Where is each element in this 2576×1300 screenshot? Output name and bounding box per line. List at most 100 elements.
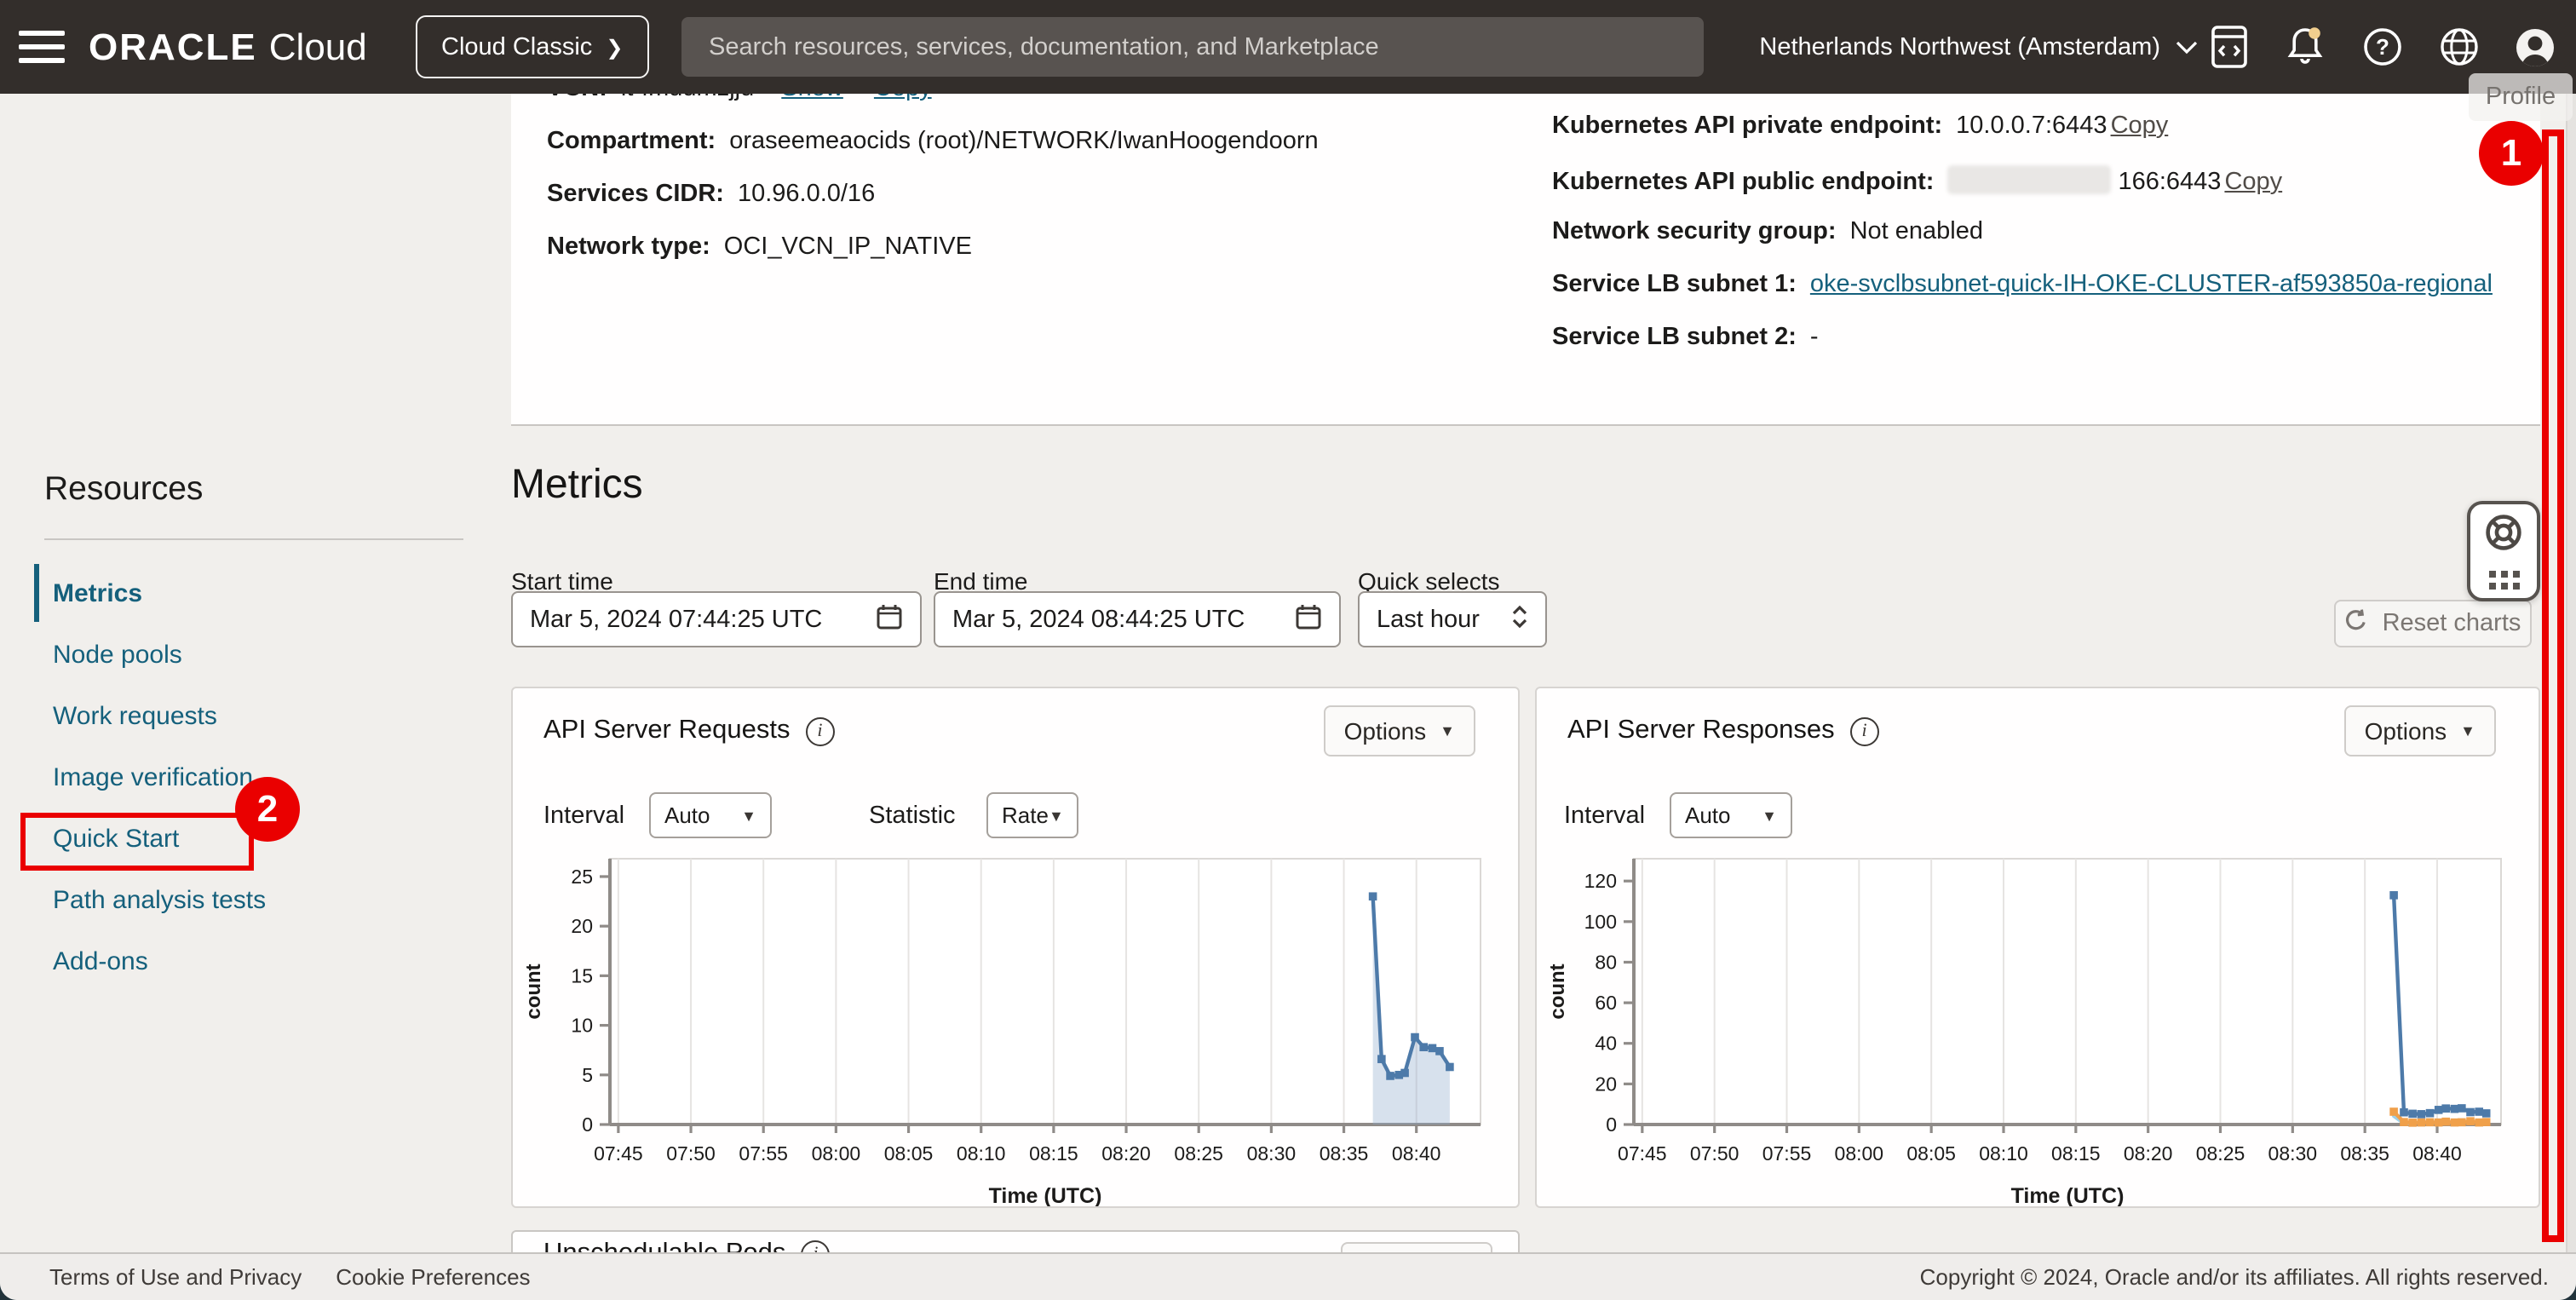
sidebar-item-node-pools[interactable]: Node pools [0, 624, 494, 685]
resources-heading: Resources [44, 470, 203, 509]
end-time-input[interactable]: Mar 5, 2024 08:44:25 UTC [934, 591, 1341, 647]
cookie-preferences-link[interactable]: Cookie Preferences [336, 1264, 530, 1290]
svg-text:20: 20 [1595, 1073, 1617, 1095]
detail-row: Services CIDR:10.96.0.0/16 [547, 181, 875, 208]
svg-text:08:10: 08:10 [957, 1142, 1006, 1165]
svg-text:08:20: 08:20 [2124, 1142, 2173, 1165]
detail-row: Service LB subnet 1:oke-svclbsubnet-quic… [1552, 271, 2493, 298]
chart-plot-api-server-requests[interactable]: 051015202507:4507:5007:5508:0008:0508:10… [513, 842, 1521, 1206]
interval-select[interactable]: Auto▼ [1670, 792, 1792, 838]
lifering-icon[interactable] [2484, 513, 2523, 561]
end-time-value: Mar 5, 2024 08:44:25 UTC [952, 606, 1295, 633]
svg-text:08:10: 08:10 [1979, 1142, 2028, 1165]
svg-text:08:05: 08:05 [884, 1142, 934, 1165]
options-button[interactable]: Options▼ [1324, 705, 1475, 756]
top-navigation-bar: ORACLE Cloud Cloud Classic ❯ Netherlands… [0, 0, 2576, 94]
svg-text:08:30: 08:30 [2268, 1142, 2318, 1165]
sidebar-item-label: Metrics [53, 578, 142, 607]
copy-link[interactable]: Copy [2224, 169, 2282, 196]
cloud-classic-button[interactable]: Cloud Classic ❯ [416, 15, 648, 78]
interval-value: Auto [664, 802, 710, 828]
search-input[interactable] [705, 32, 1680, 62]
svg-text:Time (UTC): Time (UTC) [989, 1184, 1102, 1206]
support-widget[interactable] [2467, 501, 2540, 601]
svg-text:08:00: 08:00 [1835, 1142, 1884, 1165]
detail-value: Not enabled [1850, 218, 1983, 245]
updown-chevrons-icon [1511, 602, 1528, 636]
profile-avatar[interactable] [2515, 25, 2556, 69]
statistic-value: Rate [1002, 802, 1049, 828]
annotation-step-1-line [2542, 129, 2564, 1242]
divider [44, 538, 463, 540]
info-icon[interactable]: i [1850, 716, 1879, 745]
svg-text:0: 0 [1606, 1113, 1617, 1136]
chevron-down-icon [2176, 40, 2198, 54]
cloud-classic-label: Cloud Classic [441, 33, 592, 60]
detail-label: Kubernetes API public endpoint: [1552, 169, 1934, 196]
oracle-cloud-logo[interactable]: ORACLE Cloud [89, 0, 367, 94]
notifications-bell-icon[interactable] [2285, 25, 2326, 69]
language-globe-icon[interactable] [2438, 25, 2479, 69]
dots-grid-icon[interactable] [2488, 571, 2519, 590]
dropdown-arrow-icon: ▼ [741, 807, 756, 824]
global-search[interactable] [681, 17, 1704, 77]
statistic-label: Statistic [869, 802, 956, 830]
terms-link[interactable]: Terms of Use and Privacy [49, 1264, 302, 1290]
copyright-text: Copyright © 2024, Oracle and/or its affi… [1920, 1264, 2549, 1290]
quick-selects-value: Last hour [1377, 606, 1511, 633]
sidebar-item-label: Path analysis tests [53, 885, 266, 914]
detail-value: 166:6443 [2118, 169, 2221, 196]
svg-text:08:25: 08:25 [2196, 1142, 2245, 1165]
quick-selects-select[interactable]: Last hour [1358, 591, 1547, 647]
calendar-icon[interactable] [1295, 602, 1322, 636]
sidebar-item-work-requests[interactable]: Work requests [0, 685, 494, 746]
statistic-select[interactable]: Rate▼ [986, 792, 1078, 838]
detail-link[interactable]: oke-svclbsubnet-quick-IH-OKE-CLUSTER-af5… [1810, 271, 2493, 298]
detail-label: Service LB subnet 2: [1552, 324, 1797, 351]
sidebar-item-label: Quick Start [53, 824, 179, 853]
cloud-shell-icon[interactable] [2208, 25, 2249, 69]
help-icon[interactable]: ? [2361, 25, 2402, 69]
sidebar-item-quick-start[interactable]: Quick Start [0, 808, 494, 869]
sidebar-item-label: Image verification [53, 762, 253, 791]
svg-text:5: 5 [582, 1064, 593, 1086]
logo-oracle-text: ORACLE [89, 25, 257, 69]
detail-row: Network security group:Not enabled [1552, 218, 1983, 245]
svg-text:08:40: 08:40 [2412, 1142, 2462, 1165]
detail-row: Network type:OCI_VCN_IP_NATIVE [547, 233, 972, 261]
scrollbar-track[interactable] [2566, 94, 2576, 1252]
chart-plot-api-server-responses[interactable]: 02040608010012007:4507:5007:5508:0008:05… [1537, 842, 2542, 1206]
svg-text:07:50: 07:50 [1690, 1142, 1739, 1165]
svg-text:25: 25 [571, 866, 593, 888]
sidebar-item-image-verification[interactable]: Image verification [0, 746, 494, 808]
svg-text:Time (UTC): Time (UTC) [2011, 1184, 2125, 1206]
svg-text:08:40: 08:40 [1392, 1142, 1441, 1165]
options-label: Options [2365, 717, 2447, 745]
info-icon[interactable]: i [805, 716, 834, 745]
detail-value: oraseemeaocids (root)/NETWORK/IwanHoogen… [729, 128, 1318, 155]
reset-charts-button[interactable]: Reset charts [2334, 600, 2532, 647]
chart-title: API Server Responses i [1567, 716, 1879, 746]
copy-link[interactable]: Copy [2111, 112, 2169, 140]
sidebar-item-metrics[interactable]: Metrics [0, 562, 494, 624]
detail-value: 10.0.0.7:6443 [1956, 112, 2107, 140]
detail-value: 10.96.0.0/16 [738, 181, 875, 208]
region-selector[interactable]: Netherlands Northwest (Amsterdam) [1759, 0, 2198, 94]
start-time-input[interactable]: Mar 5, 2024 07:44:25 UTC [511, 591, 922, 647]
page-title: Metrics [511, 462, 643, 509]
interval-select[interactable]: Auto ▼ [649, 792, 772, 838]
calendar-icon[interactable] [876, 602, 903, 636]
detail-label: Kubernetes API private endpoint: [1552, 112, 1942, 140]
sidebar-item-path-analysis-tests[interactable]: Path analysis tests [0, 869, 494, 930]
chart-card-api-server-responses: API Server Responses i Options▼ Interval… [1535, 687, 2540, 1208]
hamburger-menu-icon[interactable] [19, 31, 65, 63]
reset-charts-label: Reset charts [2383, 610, 2521, 637]
oracle-cloud-console: VCN:it-fmuumzjju Show Copy Compartment:o… [0, 0, 2576, 1300]
detail-value: OCI_VCN_IP_NATIVE [724, 233, 972, 261]
sidebar-item-add-ons[interactable]: Add-ons [0, 930, 494, 992]
screen: VCN:it-fmuumzjju Show Copy Compartment:o… [0, 0, 2576, 1300]
logo-cloud-text: Cloud [269, 25, 367, 69]
options-button[interactable]: Options▼ [2344, 705, 2496, 756]
redacted-value [1947, 165, 2111, 194]
detail-row: Service LB subnet 2:- [1552, 324, 1819, 351]
